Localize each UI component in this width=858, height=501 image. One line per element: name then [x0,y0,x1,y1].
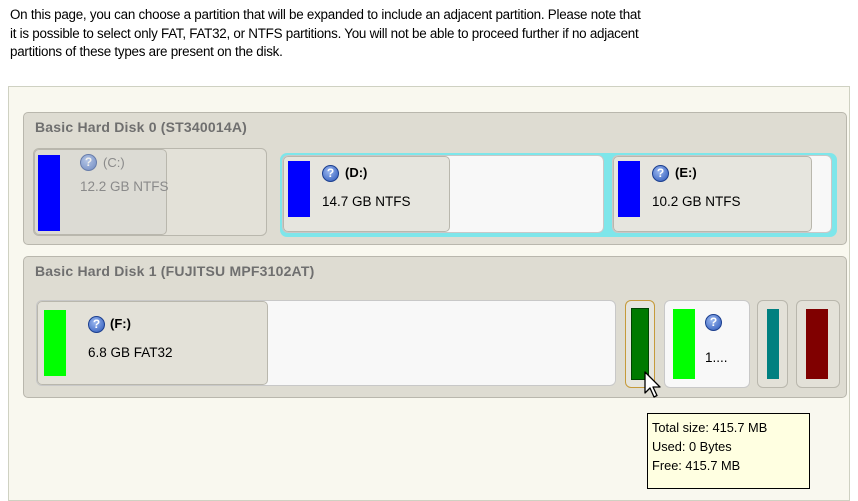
intro-line: it is possible to select only FAT, FAT32… [10,25,639,41]
partition-size: 14.7 GB NTFS [322,194,411,209]
question-icon: ? [88,316,105,333]
partition-color-bar [288,161,310,217]
partition-color-bar [631,308,649,380]
partition-color-bar [44,310,66,376]
partition-color-bar [673,309,695,379]
partition-color-bar [618,161,640,217]
partition-tooltip: Total size: 415.7 MB Used: 0 Bytes Free:… [647,413,810,489]
disk-1-title: Basic Hard Disk 1 (FUJITSU MPF3102AT) [35,263,315,279]
partition-unlabeled-3[interactable] [757,300,788,388]
partition-c[interactable]: ? (C:) 12.2 GB NTFS [33,148,267,236]
partition-label: (D:) [345,165,368,180]
disk-1: Basic Hard Disk 1 (FUJITSU MPF3102AT) ? … [23,256,847,398]
question-icon: ? [322,165,339,182]
partition-d[interactable]: ? (D:) 14.7 GB NTFS [282,155,604,233]
mouse-pointer-icon [644,371,661,398]
partition-color-bar [806,309,828,379]
partition-unlabeled-4[interactable] [796,300,840,388]
tooltip-free: Free: 415.7 MB [652,458,741,473]
partition-unlabeled-2[interactable]: ? 1.... [664,300,750,388]
partition-size: 12.2 GB NTFS [80,179,169,194]
partition-size: 10.2 GB NTFS [652,194,741,209]
tooltip-total-size: Total size: 415.7 MB [652,420,768,435]
question-icon: ? [652,165,669,182]
disk-0-title: Basic Hard Disk 0 (ST340014A) [35,119,248,135]
intro-text: On this page, you can choose a partition… [10,6,855,62]
partition-e[interactable]: ? (E:) 10.2 GB NTFS [612,155,832,233]
disk-0: Basic Hard Disk 0 (ST340014A) ? (C:) 12.… [23,112,847,245]
partition-used-area [37,301,268,385]
partition-size: 6.8 GB FAT32 [88,345,173,360]
partition-color-bar [38,155,60,231]
question-icon: ? [705,314,722,331]
partition-f[interactable]: ? (F:) 6.8 GB FAT32 [36,300,616,386]
partition-size: 1.... [705,350,728,365]
intro-line: On this page, you can choose a partition… [10,7,641,22]
partition-color-bar [767,309,779,379]
question-icon: ? [80,154,97,171]
partition-label: (E:) [675,165,697,180]
partition-label: (F:) [110,316,131,331]
intro-line: partitions of these types are present on… [10,44,283,59]
tooltip-used: Used: 0 Bytes [652,439,732,454]
partition-label: (C:) [103,155,125,170]
